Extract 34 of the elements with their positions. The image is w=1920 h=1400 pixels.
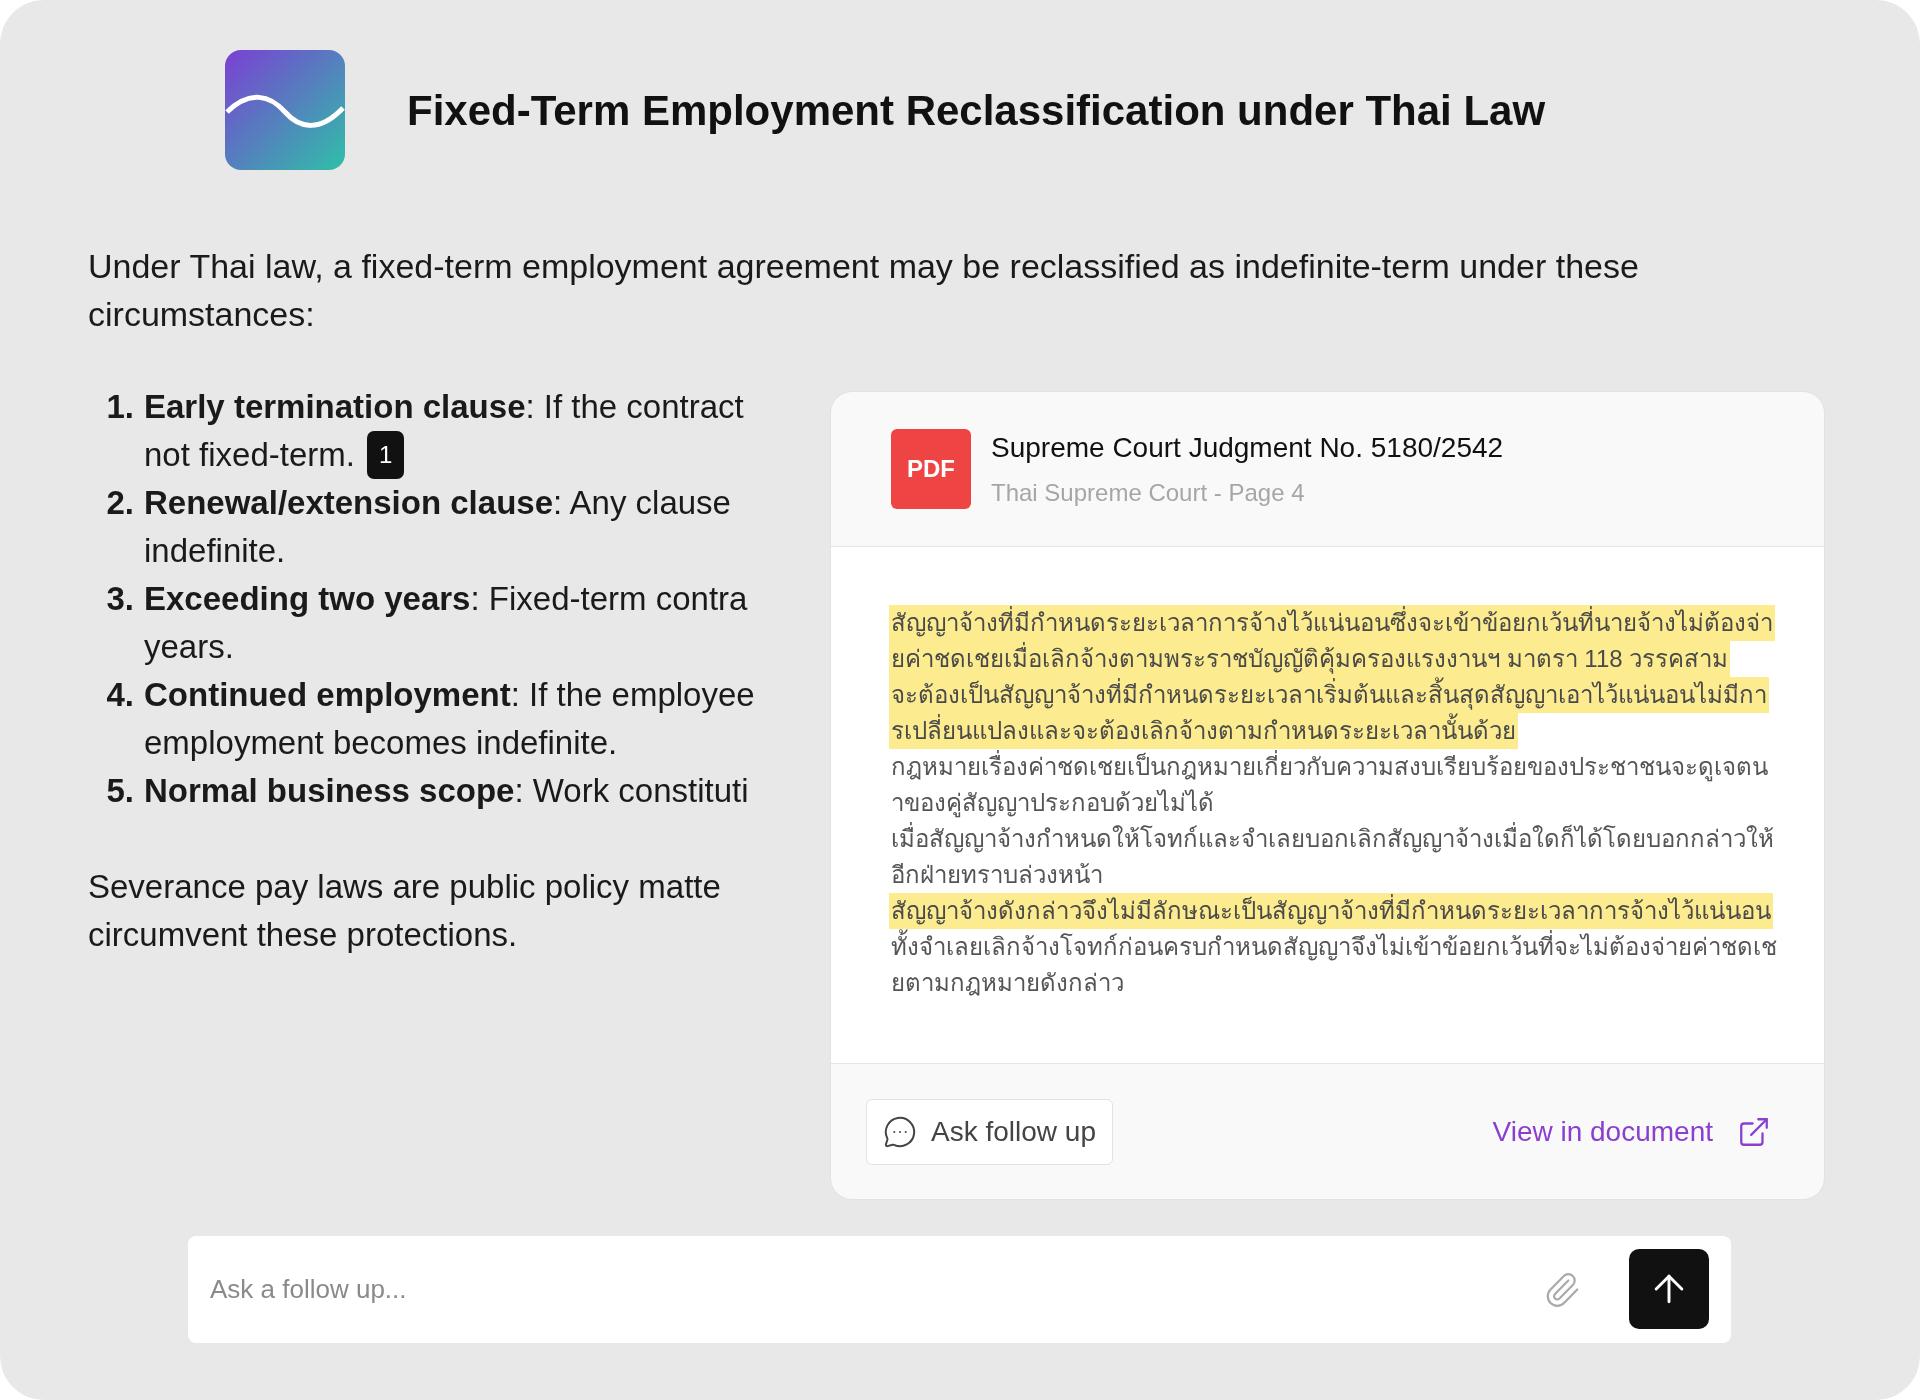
pdf-badge: PDF — [891, 429, 971, 509]
list-item-text: Exceeding two years: Fixed-term contra — [144, 579, 748, 619]
intro-paragraph: Under Thai law, a fixed-term employment agreement may be reclassified as indefinite-term under these circumstances: — [88, 246, 1640, 335]
list-number: 1. — [105, 387, 135, 427]
send-button[interactable] — [1629, 1249, 1709, 1329]
list-number: 3. — [105, 579, 135, 619]
list-number: 4. — [105, 675, 135, 715]
list-number: 5. — [105, 771, 135, 811]
excerpt-line: อีกฝ่ายทราบล่วงหน้า — [890, 860, 1104, 890]
list-item-text: not fixed-term. — [144, 435, 355, 475]
list-number: 2. — [105, 483, 135, 523]
list-item-text: Normal business scope: Work constituti — [144, 771, 749, 811]
chat-bubble-icon — [883, 1114, 917, 1149]
source-title[interactable]: Supreme Court Judgment No. 5180/2542 — [991, 427, 1504, 469]
excerpt-line: าของคู่สัญญาประกอบด้วยไม่ได้ — [890, 788, 1215, 820]
excerpt-line: ยตามกฎหมายดังกล่าว — [890, 968, 1125, 998]
excerpt-line: ทั้งจำเลยเลิกจ้างโจทก์ก่อนครบกำหนดสัญญาจึงไม่เข้าข้อยกเว้นที่จะไม่ต้องจ่ายค่าชดเช — [889, 929, 1779, 965]
ask-follow-up-button[interactable]: Ask follow up — [866, 1098, 1113, 1165]
list-item-text: indefinite. — [144, 531, 286, 571]
closing-text: Severance pay laws are public policy matte — [88, 867, 722, 907]
citation-marker[interactable]: 1 — [366, 431, 405, 479]
list-item-text: Early termination clause: If the contract — [144, 387, 744, 427]
closing-text: circumvent these protections. — [88, 915, 519, 955]
view-in-document-link[interactable]: View in document — [1492, 1110, 1789, 1153]
list-item-text: years. — [144, 627, 234, 667]
page-title: Fixed-Term Employment Reclassification under Thai Law — [407, 85, 1546, 136]
message-field[interactable]: Ask a follow up... — [188, 1236, 1731, 1343]
excerpt-line: เมื่อสัญญาจ้างกำหนดให้โจทก์และจำเลยบอกเลิกสัญญาจ้างเมื่อใดก็ได้โดยบอกกล่าวให้ — [889, 821, 1776, 857]
list-item-text: Continued employment: If the employee — [144, 675, 755, 715]
wave-logo-icon — [225, 50, 345, 170]
list-item-text: Renewal/extension clause: Any clause — [144, 483, 731, 523]
list-item-text: employment becomes indefinite. — [144, 723, 618, 763]
source-subtitle: Thai Supreme Court - Page 4 — [991, 478, 1306, 508]
excerpt-line: กฎหมายเรื่องค่าชดเชยเป็นกฎหมายเกี่ยวกับความสงบเรียบร้อยของประชาชนจะดูเจตน — [889, 749, 1770, 785]
